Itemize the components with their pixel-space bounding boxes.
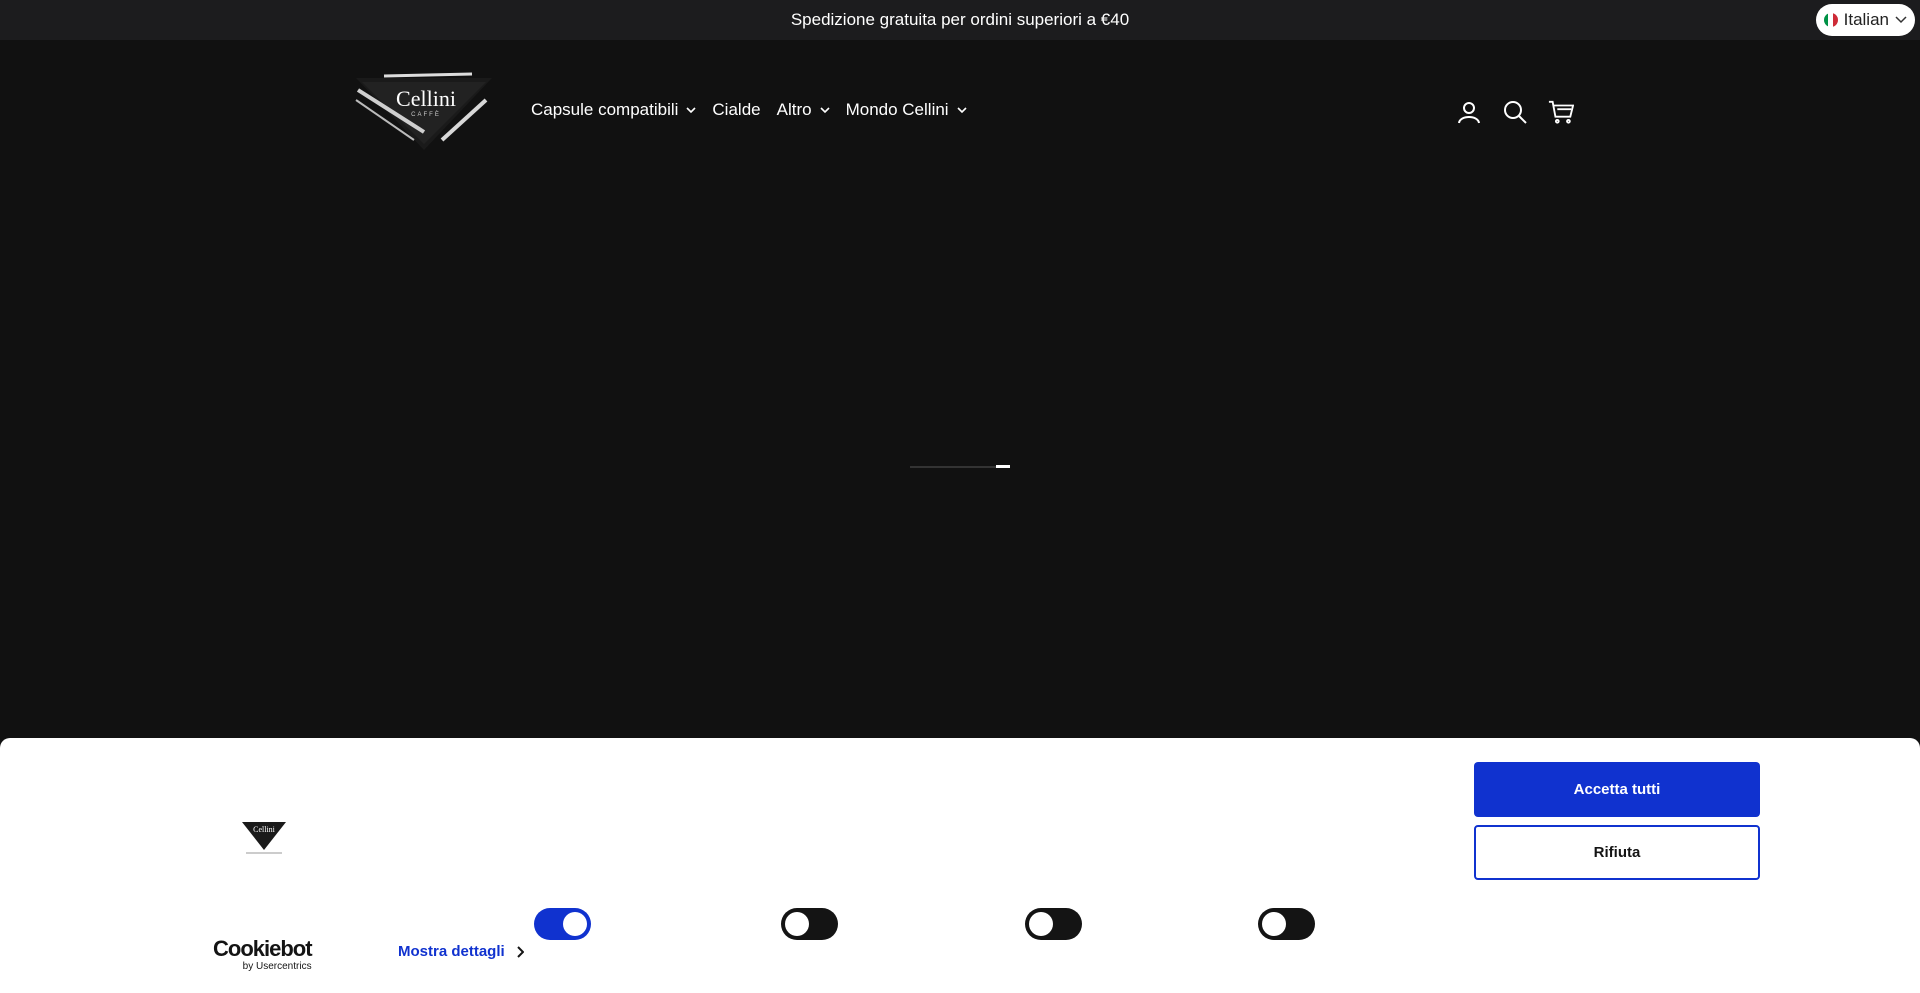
cookie-banner-site-logo: Cellini (240, 820, 288, 861)
cookie-consent-toggles: NECESSARI PREFERENZE STATISTICHE MARKETI… (398, 908, 1351, 940)
nav-altro[interactable]: Altro (777, 100, 830, 120)
toggle-group-preferenze: PREFERENZE (627, 908, 838, 940)
loading-indicator (910, 465, 1010, 468)
announcement-bar: Spedizione gratuita per ordini superiori… (0, 0, 1920, 40)
nav-label: Mondo Cellini (845, 100, 949, 119)
toggle-label: NECESSARI (398, 915, 519, 932)
toggle-label: STATISTICHE (873, 915, 1010, 932)
account-icon[interactable] (1456, 99, 1482, 125)
chevron-down-icon (820, 107, 830, 114)
language-label: Italian (1843, 10, 1889, 29)
toggle-label: PREFERENZE (627, 915, 765, 932)
cellini-logo[interactable]: Cellini CAFFÈ (354, 70, 494, 150)
search-icon[interactable] (1502, 99, 1528, 125)
nav-label: Cialde (712, 100, 761, 119)
accept-all-button[interactable]: Accetta tutti (1474, 762, 1760, 817)
cookie-title: Questo sito web utilizza i cookie (398, 770, 629, 787)
chevron-right-icon (516, 945, 524, 958)
cart-icon[interactable] (1548, 99, 1574, 125)
site-header: Cellini CAFFÈ Capsule compatibili Cialde… (0, 40, 1920, 184)
nav-cialde[interactable]: Cialde (712, 100, 760, 120)
toggle-knob (563, 912, 588, 936)
chevron-down-icon (1895, 16, 1907, 24)
announcement-text: Spedizione gratuita per ordini superiori… (790, 10, 1130, 29)
reject-button[interactable]: Rifiuta (1474, 825, 1760, 880)
chevron-down-icon (686, 107, 696, 114)
toggle-group-marketing: MARKETING (1118, 908, 1316, 940)
toggle-knob (1262, 912, 1287, 936)
mini-logo-text: Cellini (253, 825, 276, 834)
chevron-down-icon (957, 107, 967, 114)
main-nav: Capsule compatibili Cialde Altro Mondo C… (531, 100, 967, 120)
logo-subtext: CAFFÈ (411, 111, 441, 118)
toggle-group-statistiche: STATISTICHE (874, 908, 1083, 940)
header-actions (1456, 99, 1574, 125)
toggle-group-necessari: NECESSARI (398, 908, 592, 940)
nav-capsule-compatibili[interactable]: Capsule compatibili (531, 100, 696, 120)
loading-indicator-fill (996, 465, 1010, 468)
cookiebot-logo-text: Cookiebot (213, 936, 313, 961)
language-selector[interactable]: Italian (1815, 4, 1915, 36)
nav-mondo-cellini[interactable]: Mondo Cellini (846, 100, 967, 120)
nav-label: Altro (776, 100, 812, 119)
nav-label: Capsule compatibili (531, 100, 679, 119)
toggle-knob (1029, 912, 1054, 936)
cookie-description: Utilizziamo i cookie per personalizzare … (398, 802, 1380, 867)
cookiebot-brand[interactable]: Cookiebot by Usercentrics (213, 936, 313, 973)
logo-text: Cellini (396, 86, 456, 111)
statistiche-toggle[interactable] (1025, 908, 1083, 940)
toggle-knob (784, 912, 809, 936)
show-details-link[interactable]: Mostra dettagli (398, 943, 524, 960)
preferenze-toggle[interactable] (780, 908, 838, 940)
show-details-label: Mostra dettagli (398, 943, 505, 960)
marketing-toggle[interactable] (1258, 908, 1316, 940)
toggle-label: MARKETING (1118, 915, 1243, 932)
necessari-toggle[interactable] (534, 908, 592, 940)
cookiebot-logo-subtext: by Usercentrics (242, 961, 312, 972)
italy-flag-icon (1823, 13, 1838, 27)
